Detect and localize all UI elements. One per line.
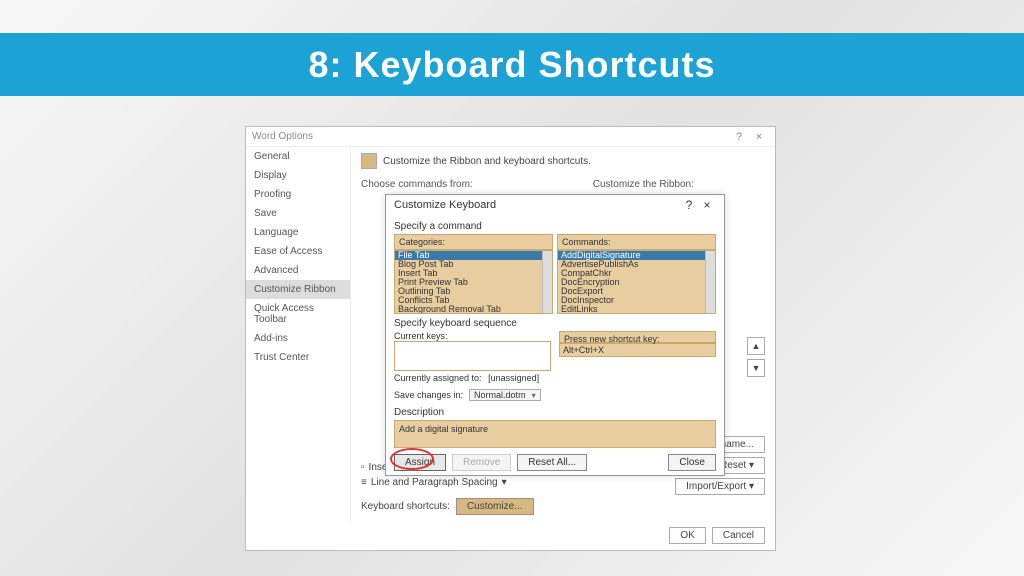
commands-listbox[interactable]: AddDigitalSignatureAdvertisePublishAsCom… xyxy=(557,250,716,314)
reset-all-button[interactable]: Reset All... xyxy=(517,454,587,471)
press-new-label: Press new shortcut key: xyxy=(559,331,716,343)
sidebar-item[interactable]: Quick Access Toolbar xyxy=(246,299,350,329)
description-label: Description xyxy=(394,407,716,418)
inner-titlebar: Customize Keyboard ? × xyxy=(386,195,724,215)
help-button[interactable]: ? xyxy=(680,198,698,212)
assigned-to-label: Currently assigned to: xyxy=(394,373,482,383)
dialog-title: Word Options xyxy=(252,131,313,142)
customize-keyboard-dialog: Customize Keyboard ? × Specify a command… xyxy=(385,194,725,476)
sidebar-item[interactable]: Ease of Access xyxy=(246,242,350,261)
move-down-button[interactable]: ▼ xyxy=(747,359,765,377)
sidebar-item[interactable]: Save xyxy=(246,204,350,223)
current-keys-listbox[interactable] xyxy=(394,341,551,371)
customize-ribbon-label: Customize the Ribbon: xyxy=(593,179,694,190)
specify-command-label: Specify a command xyxy=(394,221,716,232)
options-heading: Customize the Ribbon and keyboard shortc… xyxy=(383,156,591,167)
inner-title: Customize Keyboard xyxy=(394,199,496,211)
help-button[interactable]: ? xyxy=(729,131,749,143)
assigned-to-value: [unassigned] xyxy=(488,373,539,383)
description-text: Add a digital signature xyxy=(394,420,716,448)
close-icon[interactable]: × xyxy=(698,198,716,212)
sidebar-item[interactable]: General xyxy=(246,147,350,166)
import-export-button[interactable]: Import/Export ▾ xyxy=(675,478,765,495)
save-changes-dropdown[interactable]: Normal.dotm xyxy=(469,389,541,401)
dialog-titlebar: Word Options ? × xyxy=(246,127,775,147)
scrollbar[interactable] xyxy=(542,251,552,313)
move-up-button[interactable]: ▲ xyxy=(747,337,765,355)
specify-sequence-label: Specify keyboard sequence xyxy=(394,318,716,329)
categories-label: Categories: xyxy=(394,234,553,250)
slide-title: 8: Keyboard Shortcuts xyxy=(308,44,715,86)
keyboard-shortcuts-label: Keyboard shortcuts: xyxy=(361,501,450,512)
sidebar-item[interactable]: Language xyxy=(246,223,350,242)
sidebar-item[interactable]: Add-ins xyxy=(246,329,350,348)
scrollbar[interactable] xyxy=(705,251,715,313)
options-sidebar: GeneralDisplayProofingSaveLanguageEase o… xyxy=(246,147,351,521)
customize-button[interactable]: Customize... xyxy=(456,498,534,515)
save-changes-label: Save changes in: xyxy=(394,390,463,400)
ok-button[interactable]: OK xyxy=(669,527,705,544)
sidebar-item[interactable]: Trust Center xyxy=(246,348,350,367)
assign-button[interactable]: Assign xyxy=(394,454,446,471)
sidebar-item[interactable]: Customize Ribbon xyxy=(246,280,350,299)
new-shortcut-input[interactable]: Alt+Ctrl+X xyxy=(559,343,716,357)
slide-banner: 8: Keyboard Shortcuts xyxy=(0,33,1024,96)
sidebar-item[interactable]: Advanced xyxy=(246,261,350,280)
choose-commands-label: Choose commands from: xyxy=(361,179,473,190)
categories-listbox[interactable]: File TabBlog Post TabInsert TabPrint Pre… xyxy=(394,250,553,314)
sidebar-item[interactable]: Display xyxy=(246,166,350,185)
sidebar-item[interactable]: Proofing xyxy=(246,185,350,204)
commands-label: Commands: xyxy=(557,234,716,250)
close-button[interactable]: × xyxy=(749,131,769,143)
cancel-button[interactable]: Cancel xyxy=(712,527,765,544)
current-keys-label: Current keys: xyxy=(394,331,551,341)
remove-button[interactable]: Remove xyxy=(452,454,511,471)
close-button[interactable]: Close xyxy=(668,454,716,471)
ribbon-icon xyxy=(361,153,377,169)
